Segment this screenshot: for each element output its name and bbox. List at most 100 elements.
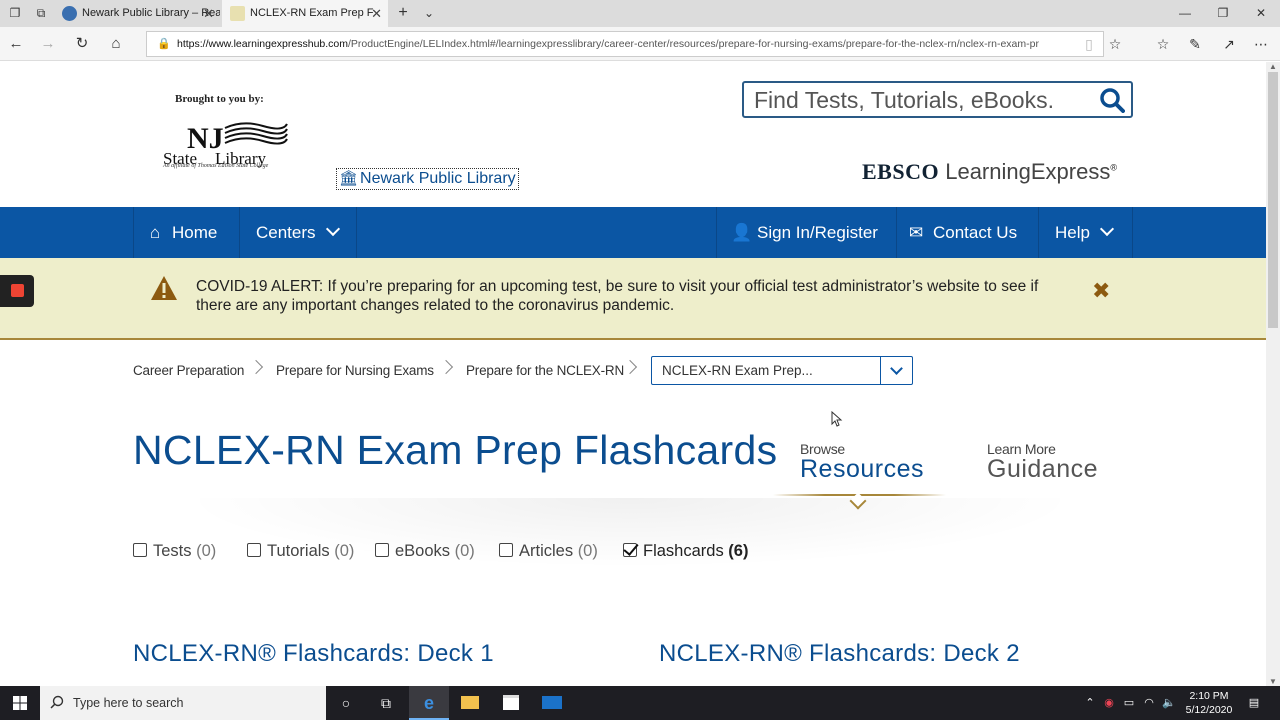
favorite-star-icon[interactable]: ☆ <box>1106 35 1124 53</box>
store-icon[interactable] <box>491 686 531 720</box>
filter-label: Articles <box>519 542 574 560</box>
alert-message: COVID-19 ALERT: If you’re preparing for … <box>196 278 1039 314</box>
volume-icon[interactable]: 🔈 <box>1160 686 1178 720</box>
nav-centers[interactable]: Centers <box>239 207 357 258</box>
page-icon <box>230 6 245 21</box>
close-icon[interactable]: ✖ <box>1092 278 1110 304</box>
clock-time: 2:10 PM <box>1189 690 1229 702</box>
more-icon[interactable]: ⋯ <box>1252 35 1270 53</box>
deck-1-link[interactable]: NCLEX-RN® Flashcards: Deck 1 <box>133 640 494 668</box>
tab-nclex[interactable]: NCLEX-RN Exam Prep F ✕ <box>222 0 388 27</box>
filter-ebooks[interactable]: eBooks (0) <box>375 542 475 561</box>
url-field[interactable]: 🔒 https://www.learningexpresshub.com/Pro… <box>146 31 1104 57</box>
share-icon[interactable]: ↗ <box>1220 35 1238 53</box>
window-menu-icon[interactable]: ❐ <box>8 6 22 20</box>
tab-browse-resources[interactable]: Browse Resources <box>800 441 924 482</box>
notifications-icon[interactable]: ▤ <box>1244 686 1264 720</box>
library-link[interactable]: 🏛 Newark Public Library <box>336 168 519 190</box>
checkbox-checked[interactable] <box>623 543 637 557</box>
favorites-bar-icon[interactable]: ☆ <box>1154 35 1172 53</box>
edge-browser-icon[interactable]: e <box>409 686 449 720</box>
filter-label: Flashcards <box>643 542 724 560</box>
filter-tutorials[interactable]: Tutorials (0) <box>247 542 354 561</box>
page-scrollbar[interactable]: ▲ ▼ <box>1266 62 1280 686</box>
tab-label: NCLEX-RN Exam Prep F <box>250 7 374 19</box>
nav-contact[interactable]: ✉ Contact Us <box>896 207 1038 258</box>
envelope-icon: ✉ <box>908 223 924 242</box>
bank-icon: 🏛 <box>339 170 359 187</box>
brand-reg: ® <box>1110 162 1117 173</box>
filter-count: (0) <box>454 542 475 560</box>
scroll-up-icon[interactable]: ▲ <box>1269 62 1277 71</box>
breadcrumb-career-prep[interactable]: Career Preparation <box>133 363 244 378</box>
chevron-down-icon[interactable] <box>880 357 912 384</box>
tab-preview-icon[interactable]: ⧉ <box>34 6 48 20</box>
filter-label: eBooks <box>395 542 451 560</box>
address-toolbar: ← → ↻ ⌂ 🔒 https://www.learningexpresshub… <box>0 27 1280 61</box>
web-page: Brought to you by: NJ State Library An a… <box>0 62 1266 686</box>
lock-icon: 🔒 <box>157 38 171 50</box>
filter-flashcards[interactable]: Flashcards (6) <box>623 542 748 561</box>
pen-icon[interactable]: ✎ <box>1186 35 1204 53</box>
search-input[interactable] <box>754 85 1099 115</box>
checkbox[interactable] <box>499 543 513 557</box>
close-icon[interactable]: ✕ <box>203 0 214 27</box>
breadcrumb-dropdown[interactable]: NCLEX-RN Exam Prep... <box>651 356 913 385</box>
new-tab-icon[interactable]: + <box>396 5 410 21</box>
nav-home[interactable]: ⌂ Home <box>133 207 239 258</box>
task-view-icon[interactable]: ⧉ <box>366 686 406 720</box>
scroll-down-icon[interactable]: ▼ <box>1269 677 1277 686</box>
record-stop-icon[interactable] <box>0 275 34 307</box>
home-icon[interactable]: ⌂ <box>106 34 126 54</box>
window-close-icon[interactable]: ✕ <box>1242 0 1280 27</box>
back-arrow-icon[interactable]: ← <box>6 34 26 54</box>
nav-home-label: Home <box>172 223 218 242</box>
minimize-icon[interactable]: — <box>1166 0 1204 27</box>
tab-newark-library[interactable]: Newark Public Library – Rea ✕ <box>54 0 220 27</box>
filter-count: (0) <box>334 542 355 560</box>
checkbox[interactable] <box>247 543 261 557</box>
nav-sign-in-label: Sign In/Register <box>757 223 878 242</box>
reading-view-icon[interactable]: ▯ <box>1080 35 1098 53</box>
home-icon: ⌂ <box>149 223 161 242</box>
breadcrumb-nursing-exams[interactable]: Prepare for Nursing Exams <box>276 363 434 378</box>
battery-icon[interactable]: ▭ <box>1120 686 1138 720</box>
filter-count: (6) <box>728 542 749 560</box>
tab-label: Newark Public Library – Rea <box>82 7 220 19</box>
checkbox[interactable] <box>375 543 389 557</box>
filter-count: (0) <box>577 542 598 560</box>
close-icon[interactable]: ✕ <box>371 0 382 27</box>
browser-titlebar: ❐ ⧉ Newark Public Library – Rea ✕ NCLEX-… <box>0 0 1280 27</box>
mail-icon[interactable] <box>532 686 572 720</box>
filter-articles[interactable]: Articles (0) <box>499 542 598 561</box>
warning-icon <box>151 276 177 300</box>
search-icon[interactable] <box>1099 87 1125 113</box>
wifi-icon[interactable]: ◠ <box>1140 686 1158 720</box>
nav-sign-in[interactable]: 👤 Sign In/Register <box>716 207 896 258</box>
filter-tests[interactable]: Tests (0) <box>133 542 216 561</box>
deck-2-link[interactable]: NCLEX-RN® Flashcards: Deck 2 <box>659 640 1020 668</box>
library-link-label: Newark Public Library <box>360 170 516 187</box>
main-nav: ⌂ Home Centers 👤 Sign In/Register ✉ Contact… <box>0 207 1266 258</box>
nav-contact-label: Contact Us <box>933 223 1018 242</box>
scrollbar-thumb[interactable] <box>1268 72 1278 328</box>
wordpress-icon <box>62 6 77 21</box>
chevron-down-icon <box>325 221 340 237</box>
user-icon: 👤 <box>731 223 753 242</box>
taskbar-search[interactable]: Type here to search <box>40 686 326 720</box>
tray-app-icon[interactable]: ◉ <box>1100 686 1118 720</box>
refresh-icon[interactable]: ↻ <box>72 34 92 54</box>
breadcrumb-nclex-rn[interactable]: Prepare for the NCLEX-RN <box>466 363 624 378</box>
tray-chevron-up-icon[interactable]: ⌃ <box>1082 686 1098 720</box>
nav-help[interactable]: Help <box>1038 207 1133 258</box>
file-explorer-icon[interactable] <box>450 686 490 720</box>
filter-count: (0) <box>196 542 217 560</box>
windows-start-icon[interactable] <box>0 686 40 720</box>
tab-learn-more-guidance[interactable]: Learn More Guidance <box>987 441 1098 482</box>
maximize-icon[interactable]: ❐ <box>1204 0 1242 27</box>
forward-arrow-icon[interactable]: → <box>38 34 58 54</box>
tab-list-chevron-icon[interactable]: ⌄ <box>422 6 436 20</box>
checkbox[interactable] <box>133 543 147 557</box>
system-clock[interactable]: 2:10 PM 5/12/2020 <box>1180 689 1238 717</box>
cortana-icon[interactable]: ○ <box>326 686 366 720</box>
